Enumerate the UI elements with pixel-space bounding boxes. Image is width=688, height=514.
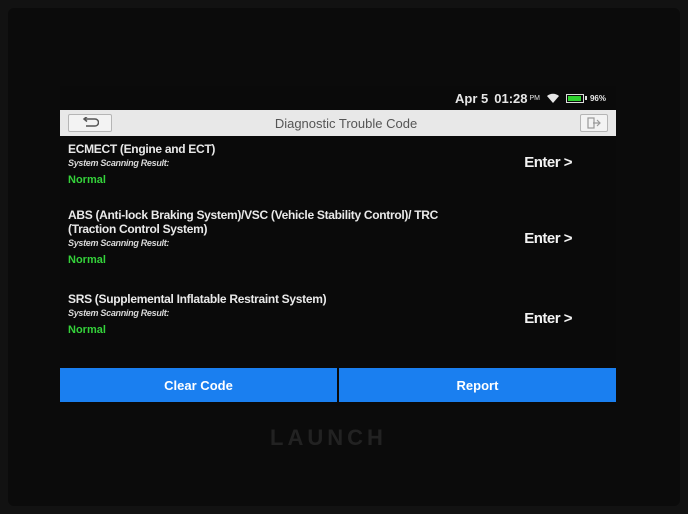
wifi-icon — [546, 92, 560, 104]
back-arrow-icon — [82, 117, 99, 127]
page-title: Diagnostic Trouble Code — [274, 115, 418, 131]
action-bar: Clear Code Report — [60, 368, 616, 402]
exit-icon — [587, 117, 601, 129]
enter-button[interactable]: Enter > — [524, 230, 572, 247]
system-list: ECMECT (Engine and ECT) System Scanning … — [60, 136, 616, 352]
clear-code-button[interactable]: Clear Code — [60, 368, 337, 402]
status-time: 01:28 — [494, 90, 528, 106]
list-item: ECMECT (Engine and ECT) System Scanning … — [68, 142, 616, 208]
back-button[interactable] — [68, 114, 112, 132]
status-date: Apr 5 — [455, 90, 489, 106]
system-name: SRS (Supplemental Inflatable Restraint S… — [68, 292, 327, 306]
battery-percent: 96% — [589, 93, 606, 103]
enter-button[interactable]: Enter > — [524, 310, 572, 327]
list-item: SRS (Supplemental Inflatable Restraint S… — [68, 292, 616, 352]
battery-fill — [567, 95, 582, 101]
title-bar: Diagnostic Trouble Code — [60, 110, 616, 136]
battery-icon: 96% — [565, 93, 606, 103]
status-badge: Normal — [68, 254, 106, 266]
status-bar: Apr 5 01:28 PM 96% — [60, 86, 616, 110]
device-screen: Apr 5 01:28 PM 96% Diagnostic Trouble Co… — [60, 86, 616, 406]
system-name: ABS (Anti-lock Braking System)/VSC (Vehi… — [68, 208, 438, 236]
system-name: ECMECT (Engine and ECT) — [68, 142, 216, 156]
status-ampm: PM — [529, 94, 540, 102]
report-button[interactable]: Report — [339, 368, 616, 402]
exit-button[interactable] — [579, 114, 608, 132]
status-badge: Normal — [68, 174, 106, 186]
list-item: ABS (Anti-lock Braking System)/VSC (Vehi… — [68, 208, 616, 292]
brand-logo: LAUNCH — [270, 425, 387, 450]
enter-button[interactable]: Enter > — [524, 154, 572, 171]
